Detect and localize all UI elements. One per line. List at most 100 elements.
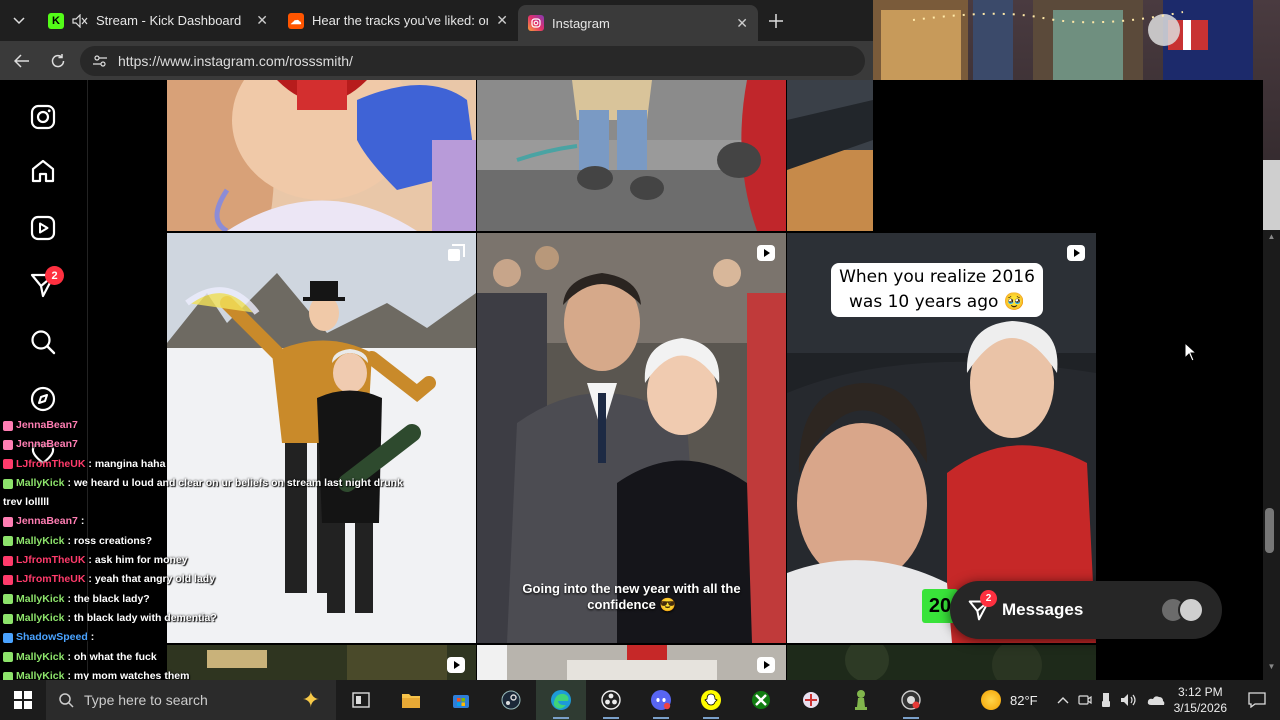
start-button[interactable] [0, 680, 46, 720]
notification-count-badge: 2 [45, 266, 64, 285]
chat-username[interactable]: LJfromTheUK [16, 570, 85, 589]
reel-icon [757, 657, 775, 673]
tab-close-icon[interactable]: ✕ [256, 12, 268, 29]
chat-text: : yeah that angry old lady [88, 573, 216, 586]
weather-temperature[interactable]: 82°F [1010, 693, 1038, 708]
chat-badge-icon [3, 517, 13, 528]
chat-text: : we heard u loud and clear on ur belief… [67, 476, 403, 489]
tab-search-chevron-icon[interactable] [0, 0, 38, 41]
tab-close-icon[interactable]: ✕ [736, 15, 748, 32]
post-tile[interactable] [167, 80, 476, 231]
scrollbar-thumb[interactable] [1265, 508, 1274, 553]
meet-now-icon[interactable] [1078, 693, 1092, 707]
xbox-icon[interactable] [736, 680, 786, 720]
chat-username[interactable]: JennaBean7 [16, 512, 78, 531]
chat-text: trev lolllll [3, 496, 50, 509]
sparkle-icon: ✦ [301, 687, 320, 712]
chat-message: JennaBean7 [0, 435, 400, 454]
tab-soundcloud[interactable]: ☁ Hear the tracks you've liked: on So ✕ [278, 0, 518, 41]
chat-message: MallyKick: the black lady? [0, 590, 400, 609]
tab-title: Hear the tracks you've liked: on So [312, 13, 488, 28]
chat-username[interactable]: LJfromTheUK [16, 551, 85, 570]
scroll-up-icon[interactable]: ▲ [1263, 232, 1280, 244]
instagram-logo-icon[interactable] [29, 103, 57, 131]
clock[interactable]: 3:12 PM 3/15/2026 [1174, 684, 1227, 716]
chat-message: MallyKick: th black lady with dementia? [0, 609, 400, 628]
onedrive-icon[interactable] [1147, 694, 1165, 706]
snapchat-icon[interactable] [686, 680, 736, 720]
chat-username[interactable]: MallyKick [16, 590, 64, 609]
tab-kick-dashboard[interactable]: K Stream - Kick Dashboard ✕ [38, 0, 278, 41]
instagram-icon [528, 15, 544, 31]
chat-username[interactable]: LJfromTheUK [16, 455, 85, 474]
chat-username[interactable]: MallyKick [16, 609, 64, 628]
task-view-icon[interactable] [336, 680, 386, 720]
scroll-down-icon[interactable]: ▼ [1263, 662, 1280, 674]
chat-message: LJfromTheUK: ask him for money [0, 551, 400, 570]
chat-username[interactable]: MallyKick [16, 474, 64, 493]
sun-weather-icon[interactable] [981, 690, 1001, 710]
url-text: https://www.instagram.com/rosssmith/ [118, 52, 353, 69]
windows-logo-icon [14, 691, 32, 709]
chat-username[interactable]: JennaBean7 [16, 435, 78, 454]
tab-close-icon[interactable]: ✕ [496, 12, 508, 29]
muted-speaker-icon[interactable] [72, 13, 88, 28]
chat-message: MallyKick: we heard u loud and clear on … [0, 474, 403, 493]
store-icon[interactable] [436, 680, 486, 720]
explore-icon[interactable] [29, 385, 57, 413]
new-tab-button[interactable] [758, 0, 794, 41]
volume-icon[interactable] [1120, 693, 1138, 707]
chat-username[interactable]: ShadowSpeed [16, 628, 88, 647]
page-scrollbar[interactable] [1263, 230, 1280, 680]
site-info-icon[interactable] [92, 54, 108, 68]
chat-message: LJfromTheUK: mangina haha [0, 455, 400, 474]
messages-icon: 2 [968, 590, 997, 621]
chat-username[interactable]: MallyKick [16, 648, 64, 667]
reels-icon[interactable] [29, 214, 57, 242]
post-tile-reel[interactable] [477, 645, 786, 680]
usb-icon[interactable] [1101, 692, 1111, 708]
chat-badge-icon [3, 575, 13, 586]
chat-badge-icon [3, 594, 13, 605]
home-icon[interactable] [29, 157, 57, 185]
chat-message: MallyKick: oh what the fuck [0, 648, 400, 667]
chess-icon[interactable] [836, 680, 886, 720]
reel-icon [757, 245, 775, 261]
chat-username[interactable]: JennaBean7 [16, 416, 78, 435]
clock-time: 3:12 PM [1177, 685, 1223, 699]
post-tile[interactable] [787, 80, 873, 231]
mouse-cursor-icon [1184, 342, 1198, 362]
search-icon[interactable] [29, 328, 57, 356]
app-icon[interactable] [786, 680, 836, 720]
post-caption-overlay: When you realize 2016 was 10 years ago 🥹 [831, 263, 1043, 317]
tab-title: Stream - Kick Dashboard [96, 13, 242, 28]
tab-instagram[interactable]: Instagram ✕ [518, 5, 758, 41]
chevron-up-icon[interactable] [1057, 696, 1069, 704]
reel-icon [447, 657, 465, 673]
back-button[interactable] [8, 47, 36, 75]
chat-message: ShadowSpeed: [0, 628, 400, 647]
tab-title: Instagram [552, 15, 610, 31]
file-explorer-icon[interactable] [386, 680, 436, 720]
chat-badge-icon [3, 632, 13, 643]
post-tile[interactable] [787, 645, 1096, 680]
chat-text: : [90, 631, 95, 644]
post-tile-reel[interactable]: Going into the new year with all the con… [477, 233, 786, 643]
messages-button[interactable]: 2 Messages [950, 581, 1222, 639]
steam-icon[interactable] [486, 680, 536, 720]
refresh-button[interactable] [44, 47, 72, 75]
recorder-icon[interactable] [886, 680, 936, 720]
notification-center-icon[interactable] [1248, 692, 1266, 708]
url-field[interactable]: https://www.instagram.com/rosssmith/ [80, 45, 865, 76]
chat-badge-icon [3, 420, 13, 431]
chat-badge-icon [3, 536, 13, 547]
taskbar-search[interactable]: Type here to search ✦ [46, 680, 336, 720]
post-image [477, 80, 786, 231]
chat-username[interactable]: MallyKick [16, 532, 64, 551]
chat-text: : ask him for money [88, 554, 188, 567]
edge-icon[interactable] [536, 680, 586, 720]
post-tile[interactable] [477, 80, 786, 231]
chat-badge-icon [3, 555, 13, 566]
obs-icon[interactable] [586, 680, 636, 720]
discord-icon[interactable] [636, 680, 686, 720]
